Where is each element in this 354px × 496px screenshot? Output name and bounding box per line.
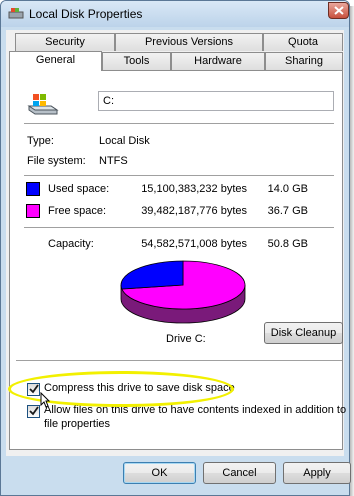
file-system-label: File system: <box>27 155 86 167</box>
tab-previous-versions[interactable]: Previous Versions <box>115 33 263 51</box>
close-button[interactable] <box>328 2 349 19</box>
mouse-cursor-icon <box>40 392 50 408</box>
divider <box>24 227 334 228</box>
used-space-label: Used space: <box>48 183 110 195</box>
disk-cleanup-button[interactable]: Disk Cleanup <box>264 322 343 344</box>
drive-icon <box>27 94 59 115</box>
tab-sharing[interactable]: Sharing <box>265 52 343 70</box>
tab-security[interactable]: Security <box>15 33 115 51</box>
divider <box>16 360 342 361</box>
type-value: Local Disk <box>99 135 150 147</box>
checkmark-icon <box>29 406 39 416</box>
file-system-value: NTFS <box>99 155 128 167</box>
capacity-bytes: 54,582,571,008 bytes <box>141 238 247 250</box>
used-space-bytes: 15,100,383,232 bytes <box>141 183 247 195</box>
drive-label: Drive C: <box>166 333 206 345</box>
free-space-label: Free space: <box>48 205 107 217</box>
drive-icon <box>8 8 24 19</box>
window-shadow <box>350 6 354 496</box>
cancel-button[interactable]: Cancel <box>203 462 276 484</box>
divider <box>24 175 334 176</box>
title-bar[interactable]: Local Disk Properties <box>1 1 349 27</box>
capacity-gb: 50.8 GB <box>267 238 308 250</box>
divider <box>24 123 334 124</box>
window-title: Local Disk Properties <box>29 7 143 21</box>
close-icon <box>334 6 344 15</box>
capacity-label: Capacity: <box>48 238 94 250</box>
index-label-line2[interactable]: file properties <box>44 418 110 430</box>
drive-name-input[interactable] <box>98 91 334 111</box>
disk-usage-pie <box>120 260 246 324</box>
free-space-bytes: 39,482,187,776 bytes <box>141 205 247 217</box>
tab-tools[interactable]: Tools <box>102 52 171 70</box>
free-space-gb: 36.7 GB <box>267 205 308 217</box>
used-space-swatch <box>26 182 40 196</box>
used-space-gb: 14.0 GB <box>267 183 308 195</box>
type-label: Type: <box>27 135 54 147</box>
index-checkbox[interactable] <box>27 405 40 418</box>
free-space-swatch <box>26 204 40 218</box>
tab-hardware[interactable]: Hardware <box>171 52 265 70</box>
tab-general[interactable]: General <box>9 51 102 71</box>
tab-quota[interactable]: Quota <box>263 33 343 51</box>
pie-used-slice <box>120 260 184 290</box>
ok-button[interactable]: OK <box>123 462 196 484</box>
apply-button[interactable]: Apply <box>283 462 351 484</box>
